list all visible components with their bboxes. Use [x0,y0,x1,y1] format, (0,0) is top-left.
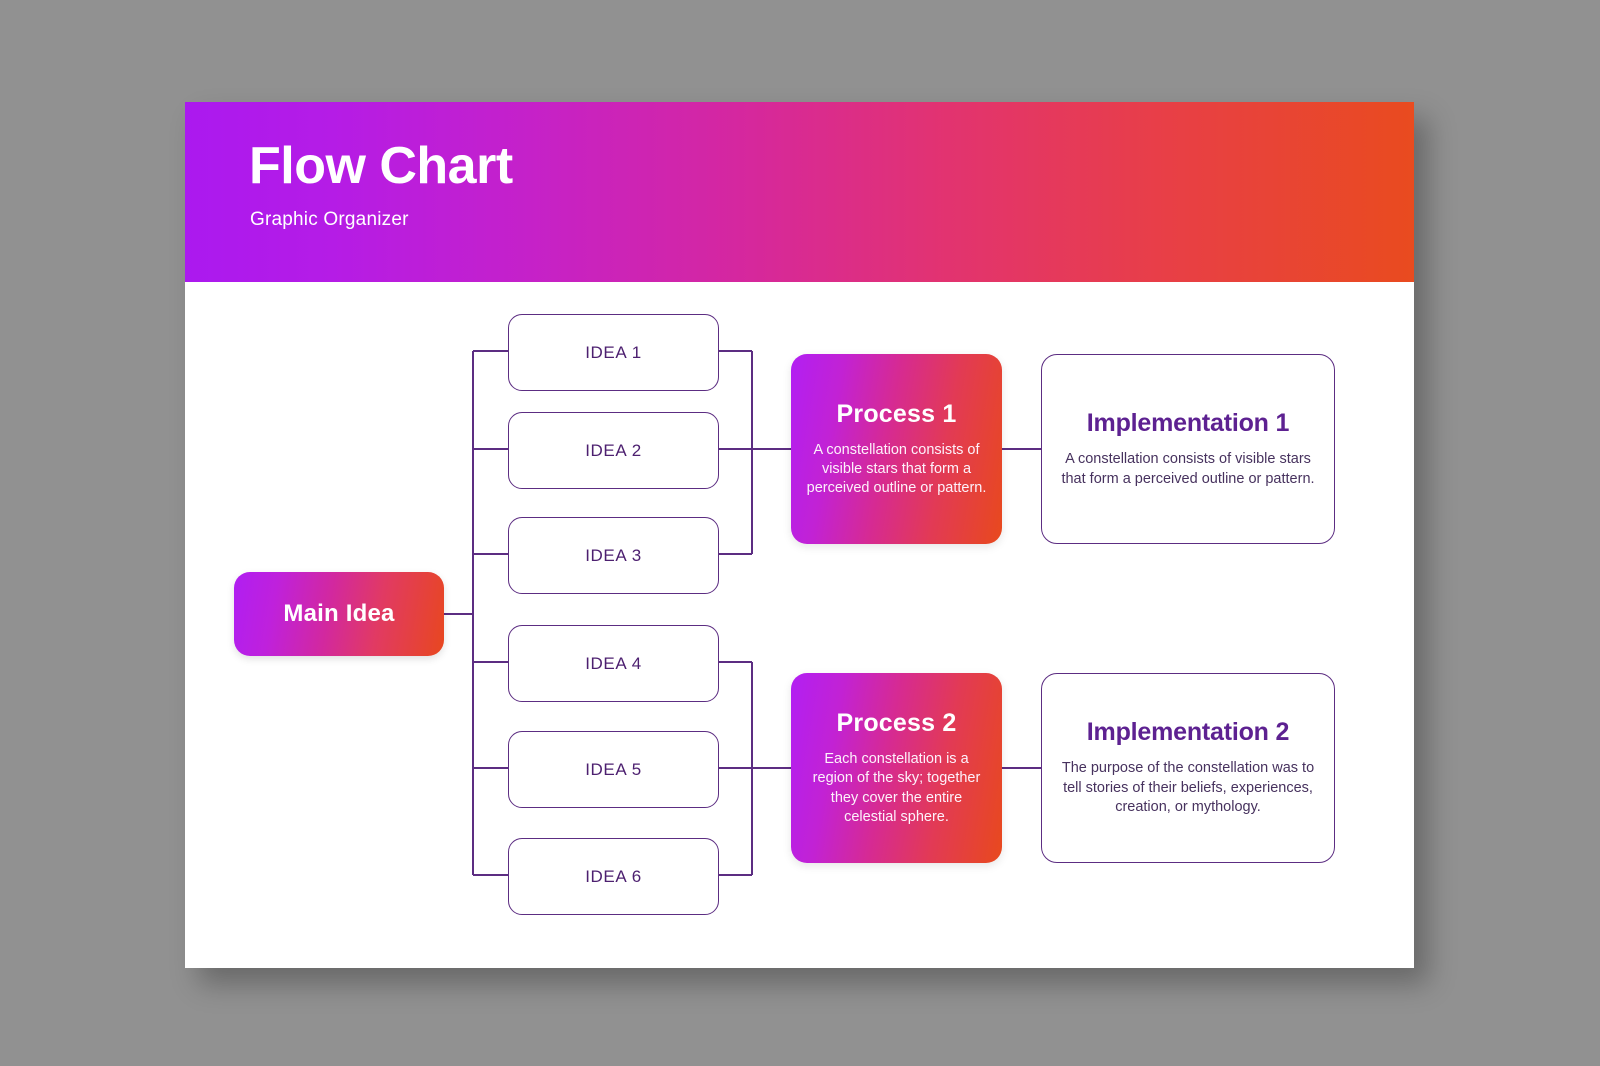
node-process-2[interactable]: Process 2 Each constellation is a region… [791,673,1002,863]
idea-4-label: IDEA 4 [585,653,642,673]
idea-1-label: IDEA 1 [585,342,642,362]
node-idea-1[interactable]: IDEA 1 [508,314,719,391]
node-idea-3[interactable]: IDEA 3 [508,517,719,594]
node-implementation-1[interactable]: Implementation 1 A constellation consist… [1041,354,1335,544]
page-title: Flow Chart [249,137,513,195]
implementation-1-title: Implementation 1 [1086,408,1290,437]
page-subtitle: Graphic Organizer [250,209,409,230]
process-1-body: A constellation consists of visible star… [806,441,987,497]
node-implementation-2[interactable]: Implementation 2 The purpose of the cons… [1041,673,1335,863]
node-main-idea[interactable]: Main Idea [234,572,444,656]
screenshot-canvas: Flow Chart Graphic Organizer Main Idea I… [0,0,1600,1066]
node-idea-4[interactable]: IDEA 4 [508,625,719,702]
main-idea-label: Main Idea [283,600,395,627]
implementation-1-body: A constellation consists of visible star… [1061,450,1315,487]
idea-3-label: IDEA 3 [585,545,642,565]
header-banner: Flow Chart Graphic Organizer [185,102,1414,282]
implementation-2-body: The purpose of the constellation was to … [1061,760,1315,816]
idea-5-label: IDEA 5 [585,759,642,779]
idea-6-label: IDEA 6 [585,866,642,886]
process-2-body: Each constellation is a region of the sk… [812,751,981,825]
node-process-1[interactable]: Process 1 A constellation consists of vi… [791,354,1002,544]
process-1-title: Process 1 [836,399,957,428]
node-idea-5[interactable]: IDEA 5 [508,731,719,808]
implementation-2-title: Implementation 2 [1086,718,1290,747]
process-2-title: Process 2 [836,709,957,738]
node-idea-6[interactable]: IDEA 6 [508,838,719,915]
node-idea-2[interactable]: IDEA 2 [508,412,719,489]
flowchart-poster: Flow Chart Graphic Organizer Main Idea I… [185,102,1414,968]
idea-2-label: IDEA 2 [585,440,642,460]
